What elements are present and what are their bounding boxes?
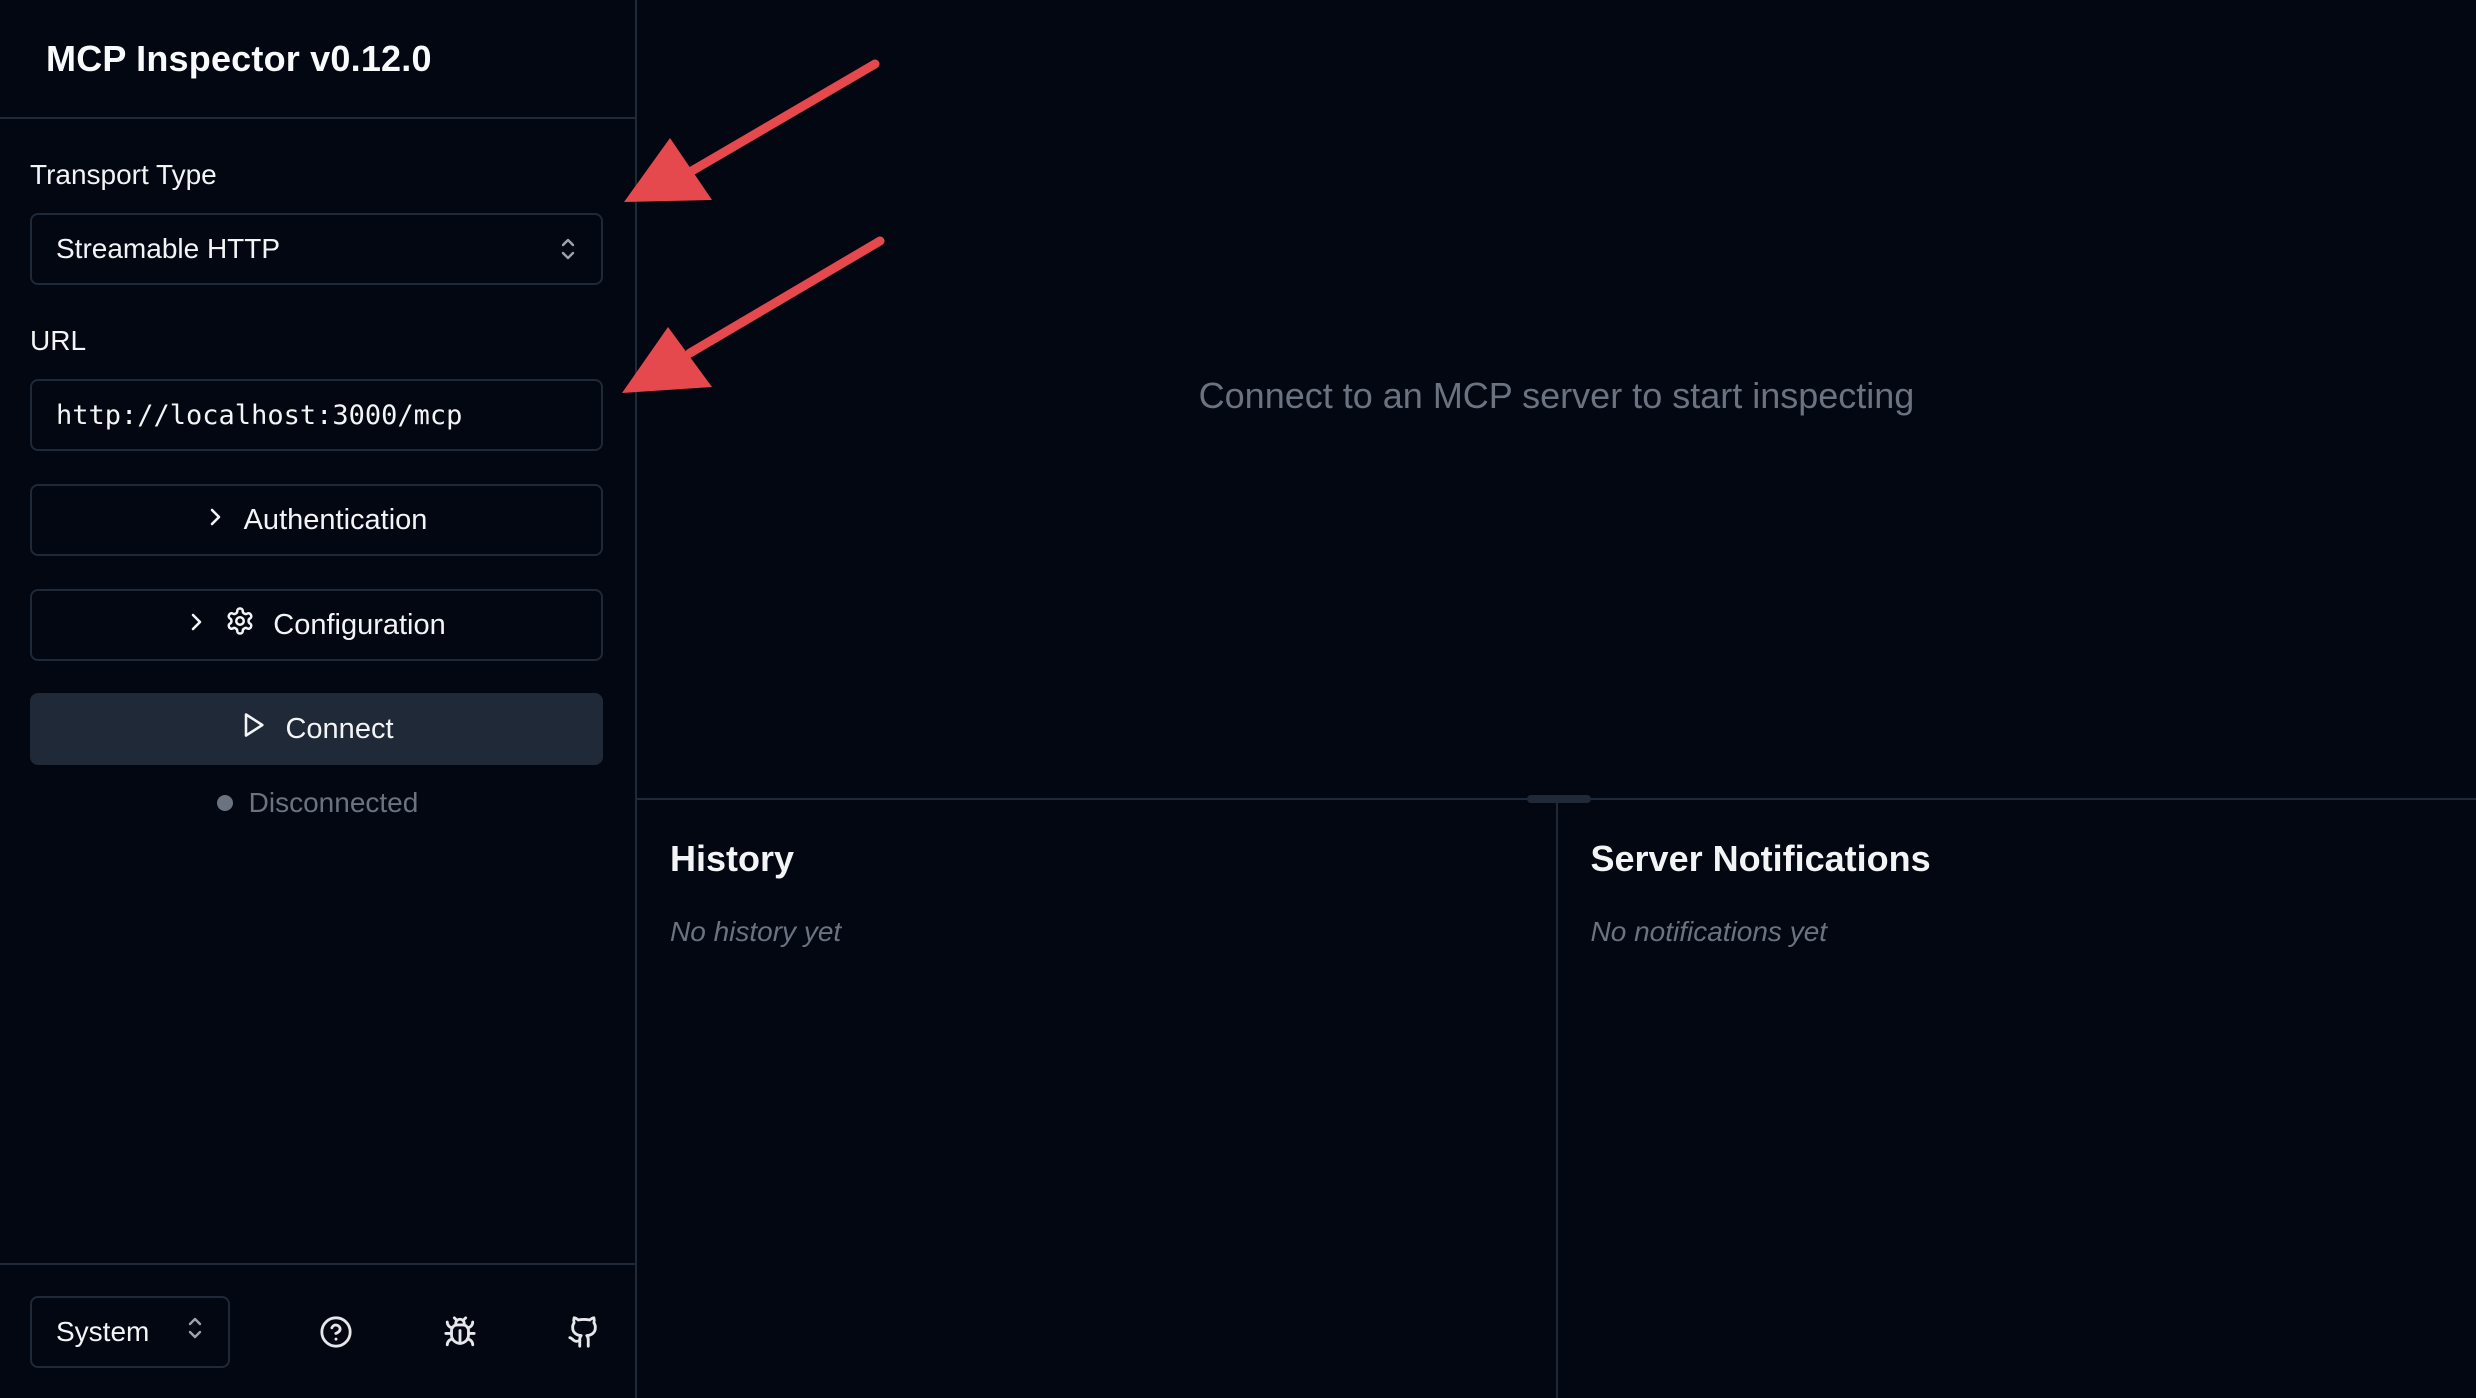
url-input[interactable]: [30, 379, 603, 451]
sidebar-footer: System: [0, 1263, 635, 1398]
chevron-right-icon: [187, 609, 207, 642]
bug-icon[interactable]: [438, 1310, 482, 1354]
connect-label: Connect: [285, 712, 394, 745]
chevrons-up-down-icon: [186, 1315, 204, 1348]
connection-status: Disconnected: [30, 787, 605, 819]
transport-type-select[interactable]: Streamable HTTP: [30, 213, 603, 285]
status-text: Disconnected: [248, 787, 419, 818]
authentication-button[interactable]: Authentication: [30, 484, 603, 556]
chevrons-up-down-icon: [559, 236, 577, 262]
theme-select[interactable]: System: [30, 1295, 230, 1368]
notifications-title: Server Notifications: [1590, 838, 1931, 879]
status-dot-icon: [216, 795, 233, 811]
configuration-label: Configuration: [273, 608, 446, 641]
app-title: MCP Inspector v0.12.0: [46, 37, 432, 79]
configuration-button[interactable]: Configuration: [30, 589, 603, 661]
history-empty-text: No history yet: [670, 916, 842, 947]
play-icon: [239, 710, 267, 748]
sidebar-header: MCP Inspector v0.12.0: [0, 0, 635, 119]
github-icon[interactable]: [562, 1310, 606, 1354]
connection-form: Transport Type Streamable HTTP URL http:…: [0, 119, 635, 819]
connect-button[interactable]: Connect: [30, 693, 603, 765]
empty-state-message: Connect to an MCP server to start inspec…: [1198, 375, 1915, 416]
url-label: URL: [30, 325, 87, 356]
bottom-panels: History No history yet Server Notificati…: [637, 800, 2476, 1398]
transport-type-value: Streamable HTTP: [56, 233, 281, 264]
theme-value: System: [56, 1315, 150, 1347]
app-root: MCP Inspector v0.12.0 Transport Type Str…: [0, 0, 2476, 1398]
notifications-panel: Server Notifications No notifications ye…: [1555, 800, 2476, 1398]
main-content: Connect to an MCP server to start inspec…: [637, 0, 2476, 1398]
inspector-panel: Connect to an MCP server to start inspec…: [637, 0, 2476, 803]
history-panel: History No history yet: [637, 800, 1556, 1398]
history-title: History: [670, 838, 795, 879]
footer-icon-group: [314, 1310, 606, 1354]
authentication-label: Authentication: [243, 503, 428, 536]
notifications-empty-text: No notifications yet: [1590, 916, 1828, 947]
sidebar: MCP Inspector v0.12.0 Transport Type Str…: [0, 0, 637, 1398]
help-icon[interactable]: [314, 1310, 358, 1354]
gear-icon: [225, 606, 255, 644]
panel-resize-handle[interactable]: [1527, 795, 1591, 803]
transport-type-label: Transport Type: [30, 159, 217, 190]
chevron-right-icon: [206, 504, 226, 537]
